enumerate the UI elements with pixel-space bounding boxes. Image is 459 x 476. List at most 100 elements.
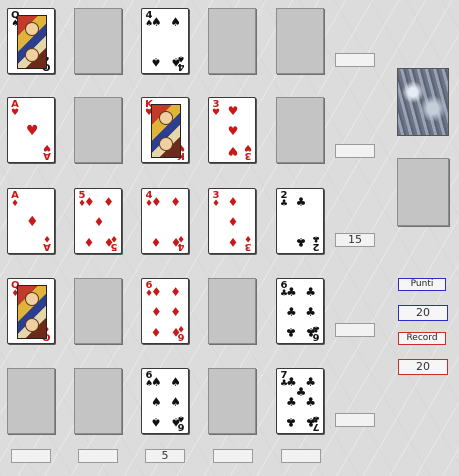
next-card-slot[interactable]: [397, 158, 449, 226]
suit-pip-icon: ♣: [295, 234, 307, 249]
suit-icon: ♦: [243, 233, 252, 243]
row-score: [335, 323, 375, 337]
suit-pip-icon: ♠: [170, 395, 181, 409]
suit-pip-icon: ♦: [103, 234, 114, 249]
card-4-of-spades[interactable]: 4 ♠ 4 ♠ ♠ ♠ ♠ ♠: [141, 8, 189, 74]
suit-icon: ♥: [42, 142, 51, 152]
suit-icon: ♥: [212, 108, 221, 118]
card-queen-of-spades[interactable]: Q♠Q♠: [7, 8, 55, 74]
suit-pip-icon: ♠: [151, 54, 162, 69]
court-figure-icon: [17, 15, 47, 69]
column-score: [281, 449, 321, 463]
empty-card-slot[interactable]: [74, 368, 122, 434]
suit-pip-icon: ♣: [305, 324, 316, 339]
card-index: A ♥: [11, 100, 19, 118]
suit-icon: ♣: [311, 233, 320, 243]
suit-pip-icon: ♦: [227, 234, 239, 249]
card-3-of-diamonds[interactable]: 3 ♦ 3 ♦ ♦ ♦ ♦: [208, 188, 256, 254]
suit-pip-icon: ♦: [227, 195, 239, 210]
suit-icon: ♥: [243, 142, 252, 152]
row-score: 15: [335, 233, 375, 247]
suit-pip-icon: ♦: [170, 285, 181, 300]
points-label: Punti: [398, 278, 446, 291]
card-index: A ♦: [43, 233, 51, 252]
suit-pip-icon: ♠: [151, 15, 162, 30]
empty-card-slot[interactable]: [74, 97, 122, 163]
suit-pip-icon: ♣: [286, 324, 297, 339]
empty-card-slot[interactable]: [276, 97, 324, 163]
suit-pip-icon: ♣: [295, 195, 307, 210]
suit-pip-icon: ♠: [151, 414, 162, 429]
suit-pip-icon: ♣: [305, 414, 316, 429]
deck-card-back-icon[interactable]: [397, 68, 449, 136]
suit-pip-icon: ♦: [151, 195, 162, 210]
suit-pip-icon: ♦: [170, 305, 181, 319]
card-6-of-spades[interactable]: 6 ♠ 6 ♠ ♠ ♠ ♠ ♠ ♠ ♠: [141, 368, 189, 434]
column-score: [213, 449, 253, 463]
empty-card-slot[interactable]: [208, 368, 256, 434]
suit-pip-icon: ♦: [151, 324, 162, 339]
suit-pip-icon: ♠: [170, 414, 181, 429]
empty-card-slot[interactable]: [208, 8, 256, 74]
suit-pip-icon: ♠: [170, 54, 181, 69]
card-king-of-hearts[interactable]: K♥K♥: [141, 97, 189, 163]
row-score: [335, 413, 375, 427]
court-figure-icon: [17, 285, 47, 339]
card-6-of-clubs[interactable]: 6 ♣ 6 ♣ ♣ ♣ ♣ ♣ ♣ ♣: [276, 278, 324, 344]
suit-icon: ♥: [11, 108, 20, 118]
suit-pip-icon: ♦: [84, 195, 95, 210]
suit-icon: ♣: [280, 199, 289, 209]
suit-pip-icon: ♠: [170, 15, 181, 30]
empty-card-slot[interactable]: [276, 8, 324, 74]
suit-pip-icon: ♣: [286, 305, 297, 319]
card-4-of-diamonds[interactable]: 4 ♦ 4 ♦ ♦ ♦ ♦ ♦: [141, 188, 189, 254]
suit-pip-icon: ♦: [84, 234, 95, 249]
card-queen-of-diamonds[interactable]: Q♦Q♦: [7, 278, 55, 344]
card-ace-of-hearts[interactable]: A ♥ A ♥ ♥: [7, 97, 55, 163]
suit-pip-icon: ♠: [170, 375, 181, 390]
card-rank: A: [43, 150, 51, 161]
suit-icon: ♦: [212, 199, 221, 209]
suit-pip-icon: ♦: [170, 234, 181, 249]
suit-pip-icon: ♠: [151, 395, 162, 409]
suit-pip-icon: ♦: [151, 305, 162, 319]
suit-pip-icon: ♦: [26, 214, 39, 230]
card-index: 3 ♦: [212, 191, 220, 209]
suit-pip-icon: ♦: [170, 195, 181, 210]
suit-pip-icon: ♦: [151, 285, 162, 300]
card-index: 3 ♦: [243, 233, 252, 252]
suit-pip-icon: ♣: [305, 285, 316, 300]
row-score: [335, 144, 375, 158]
card-rank: 3: [244, 150, 252, 161]
empty-card-slot[interactable]: [74, 278, 122, 344]
card-ace-of-diamonds[interactable]: A ♦ A ♦ ♦: [7, 188, 55, 254]
empty-card-slot[interactable]: [74, 8, 122, 74]
card-index: 3 ♥: [243, 142, 252, 161]
card-3-of-hearts[interactable]: 3 ♥ 3 ♥ ♥ ♥ ♥: [208, 97, 256, 163]
suit-pip-icon: ♠: [151, 375, 162, 390]
suit-pip-icon: ♥: [26, 123, 39, 139]
empty-card-slot[interactable]: [7, 368, 55, 434]
suit-pip-icon: ♦: [151, 234, 162, 249]
suit-icon: ♦: [11, 199, 20, 209]
suit-pip-icon: ♥: [227, 124, 239, 138]
suit-pip-icon: ♦: [93, 215, 105, 229]
card-6-of-diamonds[interactable]: 6 ♦ 6 ♦ ♦ ♦ ♦ ♦ ♦ ♦: [141, 278, 189, 344]
suit-pip-icon: ♣: [305, 395, 316, 409]
card-5-of-diamonds[interactable]: 5 ♦ 5 ♦ ♦ ♦ ♦ ♦ ♦: [74, 188, 122, 254]
suit-pip-icon: ♣: [305, 305, 316, 319]
card-index: 3 ♥: [212, 100, 220, 118]
column-score: [78, 449, 118, 463]
card-rank: A: [43, 241, 51, 252]
suit-pip-icon: ♦: [103, 195, 114, 210]
suit-pip-icon: ♣: [286, 414, 297, 429]
card-7-of-clubs[interactable]: 7 ♣ 7 ♣ ♣ ♣ ♣ ♣ ♣ ♣ ♣: [276, 368, 324, 434]
column-score: 5: [145, 449, 185, 463]
points-value: 20: [398, 305, 448, 321]
record-label: Record: [398, 332, 446, 345]
card-2-of-clubs[interactable]: 2 ♣ 2 ♣ ♣ ♣: [276, 188, 324, 254]
empty-card-slot[interactable]: [208, 278, 256, 344]
suit-pip-icon: ♦: [170, 324, 181, 339]
record-value: 20: [398, 359, 448, 375]
card-index: A ♦: [11, 191, 19, 209]
